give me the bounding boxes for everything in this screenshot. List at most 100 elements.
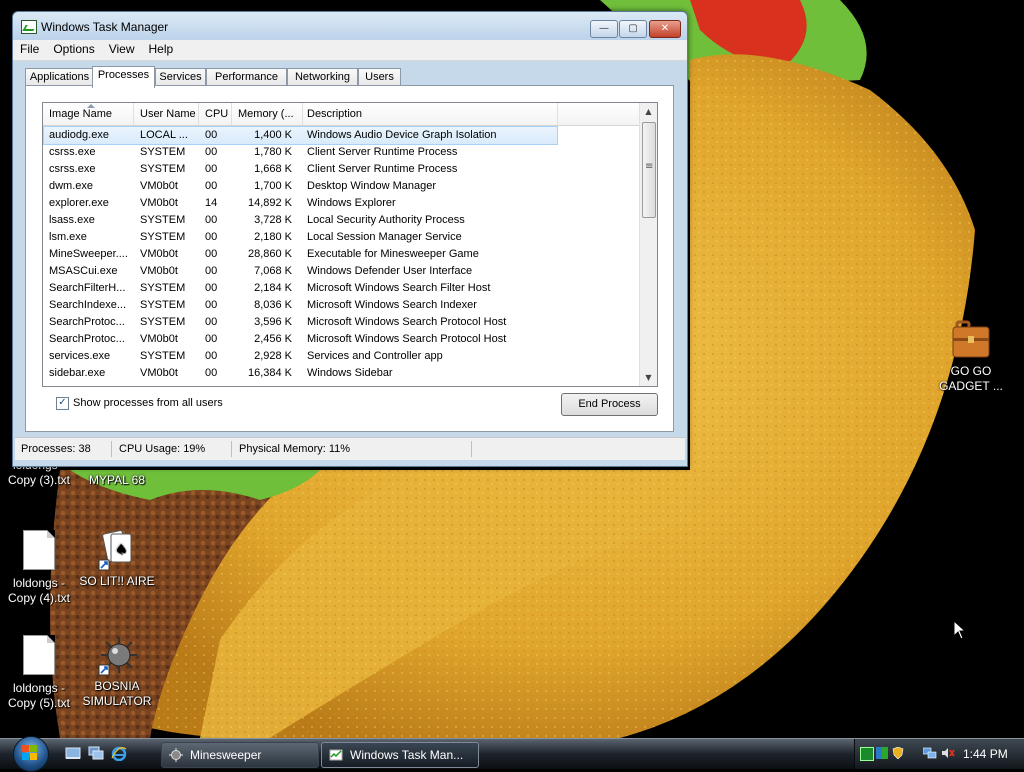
tray-network-icon[interactable] xyxy=(922,747,937,759)
cell-name: csrss.exe xyxy=(49,163,96,175)
menu-file[interactable]: File xyxy=(13,40,46,58)
show-desktop-icon[interactable] xyxy=(65,746,81,761)
cell-cpu: 00 xyxy=(205,333,218,345)
cell-cpu: 00 xyxy=(205,180,218,192)
cell-name: lsm.exe xyxy=(49,231,87,243)
status-cpu-usage: CPU Usage: 19% xyxy=(115,441,232,457)
menu-help[interactable]: Help xyxy=(142,40,181,58)
checkbox-checked-icon[interactable]: ✓ xyxy=(56,396,69,410)
processes-panel: Image Name User Name CPU Memory (... Des… xyxy=(25,85,674,432)
table-row[interactable]: csrss.exe SYSTEM 00 1,780 K Client Server Ru… xyxy=(43,144,639,161)
volume-muted-icon[interactable] xyxy=(941,747,955,759)
title-bar[interactable]: Windows Task Manager — ▢ ✕ xyxy=(13,12,687,40)
cell-name: dwm.exe xyxy=(49,180,94,192)
minimize-button[interactable]: — xyxy=(590,20,618,38)
internet-explorer-icon[interactable] xyxy=(111,746,127,761)
start-button[interactable] xyxy=(9,736,51,772)
taskbar-button-label: Windows Task Man... xyxy=(350,748,464,762)
menu-view[interactable]: View xyxy=(102,40,142,58)
desktop-icon-label: SIMULATOR xyxy=(82,694,152,708)
sort-ascending-icon xyxy=(87,104,95,108)
status-processes: Processes: 38 xyxy=(17,441,112,457)
desktop-icon-bosnia-simulator[interactable]: BOSNIA SIMULATOR xyxy=(72,633,162,709)
solitaire-cards-icon: ♠ xyxy=(97,528,137,572)
table-row[interactable]: dwm.exe VM0b0t 00 1,700 K Desktop Window Man… xyxy=(43,178,639,195)
table-row[interactable]: csrss.exe SYSTEM 00 1,668 K Client Server Ru… xyxy=(43,161,639,178)
cell-cpu: 00 xyxy=(205,231,218,243)
cell-user: SYSTEM xyxy=(140,350,186,362)
vertical-scrollbar[interactable]: ▲ ▼ xyxy=(639,103,657,386)
desktop-icon-so-lit-aire[interactable]: ♠ SO LIT!! AIRE xyxy=(72,528,162,589)
cell-mem: 1,668 K xyxy=(254,163,292,175)
show-all-processes-checkbox[interactable]: ✓ Show processes from all users xyxy=(56,396,223,410)
desktop-icon-label: GO GO xyxy=(950,364,992,378)
column-header-memory[interactable]: Memory (... xyxy=(232,103,303,125)
cell-cpu: 14 xyxy=(205,197,218,209)
table-row[interactable]: SearchProtoc... VM0b0t 00 2,456 K Microsoft … xyxy=(43,331,639,348)
mouse-cursor-icon xyxy=(953,620,967,640)
table-row[interactable]: lsm.exe SYSTEM 00 2,180 K Local Session Mana… xyxy=(43,229,639,246)
taskbar-clock[interactable]: 1:44 PM xyxy=(963,739,1008,769)
taskbar-button-task-manager[interactable]: Windows Task Man... xyxy=(321,742,479,768)
cell-cpu: 00 xyxy=(205,282,218,294)
menu-options[interactable]: Options xyxy=(46,40,101,58)
task-manager-icon xyxy=(21,20,37,34)
briefcase-icon xyxy=(951,318,991,362)
scrollbar-thumb[interactable] xyxy=(642,122,656,218)
close-button[interactable]: ✕ xyxy=(649,20,681,38)
table-row[interactable]: services.exe SYSTEM 00 2,928 K Services and … xyxy=(43,348,639,365)
cell-desc: Windows Defender User Interface xyxy=(307,265,473,277)
cell-desc: Executable for Minesweeper Game xyxy=(307,248,479,260)
table-row[interactable]: SearchIndexe... SYSTEM 00 8,036 K Microsoft … xyxy=(43,297,639,314)
cell-cpu: 00 xyxy=(205,214,218,226)
tray-defender-icon[interactable] xyxy=(876,747,888,759)
cell-mem: 1,700 K xyxy=(254,180,292,192)
table-row[interactable]: MineSweeper.... VM0b0t 00 28,860 K Executabl… xyxy=(43,246,639,263)
cell-cpu: 00 xyxy=(205,367,218,379)
switch-windows-icon[interactable] xyxy=(88,746,104,761)
text-file-icon xyxy=(19,635,59,679)
cell-user: LOCAL ... xyxy=(140,129,188,141)
cell-name: lsass.exe xyxy=(49,214,95,226)
cell-name: services.exe xyxy=(49,350,111,362)
menu-bar: File Options View Help xyxy=(13,40,687,61)
taskbar-button-label: Minesweeper xyxy=(190,748,262,762)
cell-mem: 28,860 K xyxy=(247,248,292,260)
taskbar-button-minesweeper[interactable]: Minesweeper xyxy=(161,742,319,768)
cell-mem: 3,728 K xyxy=(254,214,292,226)
cell-user: SYSTEM xyxy=(140,146,186,158)
taskbar: Minesweeper Windows Task Man... 1:44 PM xyxy=(0,736,1024,772)
column-header-description[interactable]: Description xyxy=(301,103,558,125)
tray-green-icon[interactable] xyxy=(860,747,874,761)
end-process-button[interactable]: End Process xyxy=(561,393,658,416)
column-header-cpu[interactable]: CPU xyxy=(199,103,232,125)
tab-processes[interactable]: Processes xyxy=(92,66,155,88)
cell-name: SearchProtoc... xyxy=(49,333,125,345)
table-row[interactable]: audiodg.exe LOCAL ... 00 1,400 K Windows Aud… xyxy=(43,126,558,145)
cell-cpu: 00 xyxy=(205,316,218,328)
desktop-icon-label: GADGET ... xyxy=(939,379,1003,393)
desktop-icon-go-go-gadget[interactable]: GO GO GADGET ... xyxy=(926,318,1016,394)
table-row[interactable]: SearchProtoc... SYSTEM 00 3,596 K Microsoft … xyxy=(43,314,639,331)
show-all-processes-label: Show processes from all users xyxy=(73,397,223,409)
cell-desc: Local Session Manager Service xyxy=(307,231,462,243)
cell-user: VM0b0t xyxy=(140,248,178,260)
table-row[interactable]: lsass.exe SYSTEM 00 3,728 K Local Security A… xyxy=(43,212,639,229)
process-list[interactable]: Image Name User Name CPU Memory (... Des… xyxy=(42,102,658,387)
cell-cpu: 00 xyxy=(205,265,218,277)
table-row[interactable]: MSASCui.exe VM0b0t 00 7,068 K Windows Defend… xyxy=(43,263,639,280)
scroll-up-arrow-icon[interactable]: ▲ xyxy=(640,103,657,120)
cell-name: MineSweeper.... xyxy=(49,248,128,260)
column-header-user-name[interactable]: User Name xyxy=(134,103,199,125)
desktop-icon-mypal[interactable]: MYPAL 68 xyxy=(72,473,162,488)
table-row[interactable]: explorer.exe VM0b0t 14 14,892 K Windows Expl… xyxy=(43,195,639,212)
cell-name: SearchFilterH... xyxy=(49,282,126,294)
scroll-down-arrow-icon[interactable]: ▼ xyxy=(640,369,657,386)
table-row[interactable]: SearchFilterH... SYSTEM 00 2,184 K Microsoft… xyxy=(43,280,639,297)
svg-text:♠: ♠ xyxy=(115,542,128,558)
table-row[interactable]: sidebar.exe VM0b0t 00 16,384 K Windows Sideb… xyxy=(43,365,639,382)
cell-desc: Desktop Window Manager xyxy=(307,180,437,192)
tray-shield-icon[interactable] xyxy=(892,746,904,760)
maximize-button[interactable]: ▢ xyxy=(619,20,647,38)
cell-name: SearchProtoc... xyxy=(49,316,125,328)
